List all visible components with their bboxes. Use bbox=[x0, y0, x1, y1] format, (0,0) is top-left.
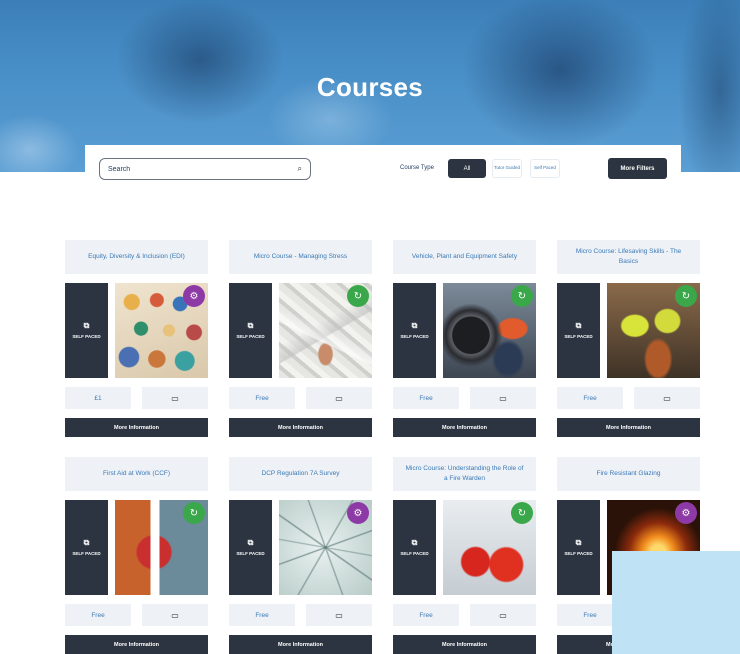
course-type-all-button[interactable]: All bbox=[448, 159, 486, 178]
more-information-button[interactable]: More Information bbox=[557, 418, 700, 437]
format-panel: ⧉ SELF PACED bbox=[557, 500, 600, 595]
course-title[interactable]: Vehicle, Plant and Equipment Safety bbox=[393, 240, 536, 274]
accreditation-badge-icon: ⚙ bbox=[347, 502, 369, 524]
price-label: Free bbox=[393, 604, 459, 626]
self-paced-icon: ⧉ bbox=[83, 537, 90, 547]
format-label: SELF PACED bbox=[564, 551, 593, 557]
refresh-badge-icon: ↻ bbox=[347, 285, 369, 307]
laptop-icon: ▭ bbox=[634, 387, 700, 409]
course-title[interactable]: DCP Regulation 7A Survey bbox=[229, 457, 372, 491]
course-media: ⧉ SELF PACED ↻ bbox=[393, 283, 536, 378]
format-label: SELF PACED bbox=[236, 551, 265, 557]
self-paced-icon: ⧉ bbox=[575, 537, 582, 547]
laptop-icon: ▭ bbox=[306, 604, 372, 626]
laptop-icon: ▭ bbox=[142, 604, 208, 626]
refresh-badge-icon: ↻ bbox=[511, 502, 533, 524]
course-type-tutor-guided-button[interactable]: Tutor Guided bbox=[492, 159, 522, 178]
course-title[interactable]: First Aid at Work (CCF) bbox=[65, 457, 208, 491]
course-card: First Aid at Work (CCF) ⧉ SELF PACED ↻ F… bbox=[65, 457, 208, 654]
course-media: ⧉ SELF PACED ↻ bbox=[65, 500, 208, 595]
course-card: Equity, Diversity & Inclusion (EDI) ⧉ SE… bbox=[65, 240, 208, 437]
price-label: Free bbox=[229, 604, 295, 626]
format-label: SELF PACED bbox=[400, 551, 429, 557]
course-type-self-paced-button[interactable]: Self Paced bbox=[530, 159, 560, 178]
more-filters-button[interactable]: More Filters bbox=[608, 158, 667, 179]
self-paced-icon: ⧉ bbox=[411, 320, 418, 330]
format-panel: ⧉ SELF PACED bbox=[557, 283, 600, 378]
more-information-button[interactable]: More Information bbox=[229, 418, 372, 437]
laptop-icon: ▭ bbox=[142, 387, 208, 409]
course-media: ⧉ SELF PACED ↻ bbox=[393, 500, 536, 595]
course-card: Vehicle, Plant and Equipment Safety ⧉ SE… bbox=[393, 240, 536, 437]
format-panel: ⧉ SELF PACED bbox=[65, 500, 108, 595]
format-panel: ⧉ SELF PACED bbox=[393, 283, 436, 378]
more-information-button[interactable]: More Information bbox=[393, 418, 536, 437]
more-information-button[interactable]: More Information bbox=[65, 635, 208, 654]
self-paced-icon: ⧉ bbox=[411, 537, 418, 547]
course-card: Micro Course: Understanding the Role of … bbox=[393, 457, 536, 654]
self-paced-icon: ⧉ bbox=[83, 320, 90, 330]
course-type-label: Course Type bbox=[400, 165, 434, 171]
format-label: SELF PACED bbox=[72, 334, 101, 340]
format-panel: ⧉ SELF PACED bbox=[65, 283, 108, 378]
self-paced-icon: ⧉ bbox=[575, 320, 582, 330]
price-label: Free bbox=[65, 604, 131, 626]
course-title[interactable]: Micro Course - Managing Stress bbox=[229, 240, 372, 274]
refresh-badge-icon: ↻ bbox=[675, 285, 697, 307]
format-label: SELF PACED bbox=[400, 334, 429, 340]
course-title[interactable]: Fire Resistant Glazing bbox=[557, 457, 700, 491]
search-input[interactable] bbox=[108, 165, 298, 173]
refresh-badge-icon: ↻ bbox=[183, 502, 205, 524]
course-media: ⧉ SELF PACED ⚙ bbox=[229, 500, 372, 595]
format-panel: ⧉ SELF PACED bbox=[393, 500, 436, 595]
course-title[interactable]: Micro Course: Lifesaving Skills - The Ba… bbox=[557, 240, 700, 274]
price-label: Free bbox=[229, 387, 295, 409]
laptop-icon: ▭ bbox=[470, 604, 536, 626]
course-media: ⧉ SELF PACED ↻ bbox=[557, 283, 700, 378]
page-title: Courses bbox=[316, 72, 424, 102]
accreditation-badge-icon: ⚙ bbox=[183, 285, 205, 307]
decorative-corner-block bbox=[612, 551, 740, 654]
format-panel: ⧉ SELF PACED bbox=[229, 500, 272, 595]
search-box[interactable]: ⌕ bbox=[99, 158, 311, 180]
search-icon[interactable]: ⌕ bbox=[298, 164, 302, 174]
self-paced-icon: ⧉ bbox=[247, 320, 254, 330]
more-information-button[interactable]: More Information bbox=[65, 418, 208, 437]
price-label: £1 bbox=[65, 387, 131, 409]
accreditation-badge-icon: ⚙ bbox=[675, 502, 697, 524]
laptop-icon: ▭ bbox=[470, 387, 536, 409]
course-media: ⧉ SELF PACED ⚙ bbox=[65, 283, 208, 378]
filter-bar: ⌕ Course Type All Tutor Guided Self Pace… bbox=[85, 145, 681, 191]
price-label: Free bbox=[393, 387, 459, 409]
format-label: SELF PACED bbox=[564, 334, 593, 340]
format-label: SELF PACED bbox=[236, 334, 265, 340]
format-panel: ⧉ SELF PACED bbox=[229, 283, 272, 378]
course-card: DCP Regulation 7A Survey ⧉ SELF PACED ⚙ … bbox=[229, 457, 372, 654]
self-paced-icon: ⧉ bbox=[247, 537, 254, 547]
course-media: ⧉ SELF PACED ↻ bbox=[229, 283, 372, 378]
course-card: Micro Course: Lifesaving Skills - The Ba… bbox=[557, 240, 700, 437]
refresh-badge-icon: ↻ bbox=[511, 285, 533, 307]
course-card: Micro Course - Managing Stress ⧉ SELF PA… bbox=[229, 240, 372, 437]
laptop-icon: ▭ bbox=[306, 387, 372, 409]
more-information-button[interactable]: More Information bbox=[393, 635, 536, 654]
format-label: SELF PACED bbox=[72, 551, 101, 557]
price-label: Free bbox=[557, 387, 623, 409]
more-information-button[interactable]: More Information bbox=[229, 635, 372, 654]
course-title[interactable]: Micro Course: Understanding the Role of … bbox=[393, 457, 536, 491]
course-title[interactable]: Equity, Diversity & Inclusion (EDI) bbox=[65, 240, 208, 274]
